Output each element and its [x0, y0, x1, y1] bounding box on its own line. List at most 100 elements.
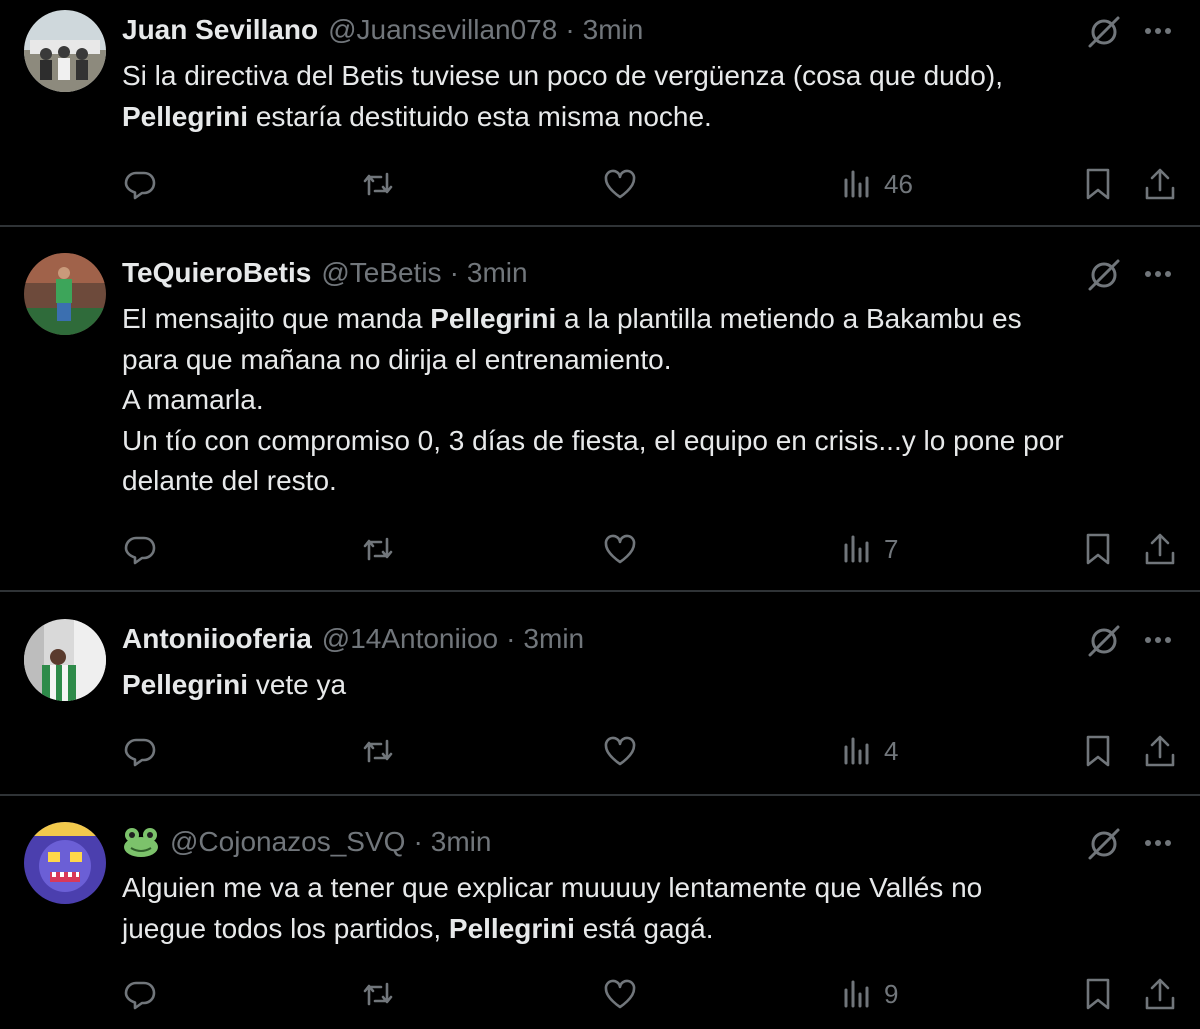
- tweet-header: @Cojonazos_SVQ · 3min: [122, 822, 491, 862]
- share-icon: [1145, 533, 1175, 565]
- like-button[interactable]: [602, 162, 638, 206]
- share-button[interactable]: [1142, 527, 1178, 571]
- views-button[interactable]: 4: [840, 729, 898, 773]
- heart-icon: [604, 736, 636, 766]
- heart-icon: [604, 979, 636, 1009]
- analytics-icon: [844, 737, 869, 765]
- retweet-button[interactable]: [360, 729, 396, 773]
- mention-bold: Pellegrini: [122, 669, 249, 700]
- bookmark-button[interactable]: [1080, 162, 1116, 206]
- retweet-icon: [363, 982, 393, 1006]
- reply-icon: [124, 171, 156, 200]
- tweet-header: TeQuieroBetis @TeBetis · 3min: [122, 253, 528, 293]
- analytics-icon: [844, 980, 869, 1008]
- grok-icon[interactable]: [1084, 824, 1124, 864]
- bookmark-button[interactable]: [1080, 972, 1116, 1016]
- timestamp[interactable]: 3min: [431, 822, 492, 862]
- frog-emoji-icon: [122, 826, 160, 858]
- views-button[interactable]: 46: [840, 162, 913, 206]
- tweet[interactable]: TeQuieroBetis @TeBetis · 3min El mensaji…: [0, 253, 1200, 588]
- retweet-button[interactable]: [360, 162, 396, 206]
- text-segment: El mensajito que manda: [122, 303, 431, 334]
- tweet[interactable]: @Cojonazos_SVQ · 3min Alguien me va a te…: [0, 822, 1200, 1022]
- retweet-button[interactable]: [360, 972, 396, 1016]
- reply-button[interactable]: [122, 729, 158, 773]
- text-segment: estaría destituido esta misma noche.: [248, 100, 712, 132]
- text-line: delante del resto.: [122, 465, 337, 496]
- handle[interactable]: @Juansevillan078: [328, 10, 557, 50]
- text-segment: juegue todos los partidos,: [122, 912, 449, 944]
- bookmark-icon: [1086, 735, 1110, 767]
- bookmark-button[interactable]: [1080, 729, 1116, 773]
- retweet-icon: [363, 172, 393, 196]
- bookmark-icon: [1086, 978, 1110, 1010]
- tweet-text: Pellegrini vete ya: [122, 665, 1182, 706]
- text-line: A mamarla.: [122, 384, 264, 415]
- tweet-actions: 7: [0, 527, 1200, 571]
- reply-button[interactable]: [122, 527, 158, 571]
- share-button[interactable]: [1142, 729, 1178, 773]
- like-button[interactable]: [602, 729, 638, 773]
- like-button[interactable]: [602, 527, 638, 571]
- tweet[interactable]: Antoniiooferia @14Antoniioo · 3min Pelle…: [0, 619, 1200, 789]
- text-segment: está gagá.: [574, 912, 714, 944]
- mention-bold: Pellegrini: [122, 100, 249, 132]
- divider: [0, 794, 1200, 796]
- tweet-actions: 4: [0, 729, 1200, 773]
- bookmark-button[interactable]: [1080, 527, 1116, 571]
- grok-icon[interactable]: [1084, 255, 1124, 295]
- reply-feed: Juan Sevillano @Juansevillan078 · 3min S…: [0, 0, 1200, 1029]
- heart-icon: [604, 534, 636, 564]
- grok-icon[interactable]: [1084, 12, 1124, 52]
- like-button[interactable]: [602, 972, 638, 1016]
- text-line: Un tío con compromiso 0, 3 días de fiest…: [122, 424, 1064, 456]
- share-button[interactable]: [1142, 162, 1178, 206]
- more-icon[interactable]: [1138, 16, 1178, 46]
- share-button[interactable]: [1142, 972, 1178, 1016]
- handle[interactable]: @14Antoniioo: [322, 619, 498, 659]
- separator: ·: [413, 826, 423, 857]
- share-icon: [1145, 978, 1175, 1010]
- reply-button[interactable]: [122, 162, 158, 206]
- handle[interactable]: @Cojonazos_SVQ: [170, 822, 405, 862]
- display-name[interactable]: TeQuieroBetis: [122, 253, 311, 293]
- views-button[interactable]: 9: [840, 972, 898, 1016]
- text-line: para que mañana no dirija el entrenamien…: [122, 343, 672, 375]
- views-count: 9: [884, 978, 899, 1009]
- timestamp[interactable]: 3min: [583, 10, 644, 50]
- avatar[interactable]: [24, 619, 106, 701]
- tweet[interactable]: Juan Sevillano @Juansevillan078 · 3min S…: [0, 10, 1200, 222]
- separator: ·: [506, 623, 516, 654]
- timestamp[interactable]: 3min: [523, 619, 584, 659]
- more-icon[interactable]: [1138, 828, 1178, 858]
- reply-icon: [124, 536, 156, 565]
- display-name[interactable]: Juan Sevillano: [122, 10, 318, 50]
- avatar[interactable]: [24, 253, 106, 335]
- tweet-header: Antoniiooferia @14Antoniioo · 3min: [122, 619, 584, 659]
- views-button[interactable]: 7: [840, 527, 898, 571]
- tweet-text: Alguien me va a tener que explicar muuuu…: [122, 868, 1182, 949]
- handle[interactable]: @TeBetis: [321, 253, 441, 293]
- text-segment: a la plantilla metiendo a Bakambu es: [556, 303, 1022, 334]
- reply-button[interactable]: [122, 972, 158, 1016]
- analytics-icon: [844, 535, 869, 563]
- grok-icon[interactable]: [1084, 621, 1124, 661]
- more-icon[interactable]: [1138, 259, 1178, 289]
- text-segment: vete ya: [248, 669, 347, 700]
- reply-icon: [124, 738, 156, 767]
- avatar[interactable]: [24, 10, 106, 92]
- separator: ·: [449, 257, 459, 288]
- retweet-icon: [363, 537, 393, 561]
- text-line: Pellegrini estaría destituido esta misma…: [122, 97, 1182, 138]
- tweet-text: El mensajito que manda Pellegrini a la p…: [122, 299, 1182, 502]
- avatar[interactable]: [24, 822, 106, 904]
- bookmark-icon: [1086, 168, 1110, 200]
- views-count: 7: [884, 533, 899, 564]
- more-icon[interactable]: [1138, 625, 1178, 655]
- timestamp[interactable]: 3min: [467, 253, 528, 293]
- reply-icon: [124, 981, 156, 1010]
- text-line: Alguien me va a tener que explicar muuuu…: [122, 872, 983, 903]
- analytics-icon: [844, 170, 869, 198]
- retweet-button[interactable]: [360, 527, 396, 571]
- display-name[interactable]: Antoniiooferia: [122, 619, 312, 659]
